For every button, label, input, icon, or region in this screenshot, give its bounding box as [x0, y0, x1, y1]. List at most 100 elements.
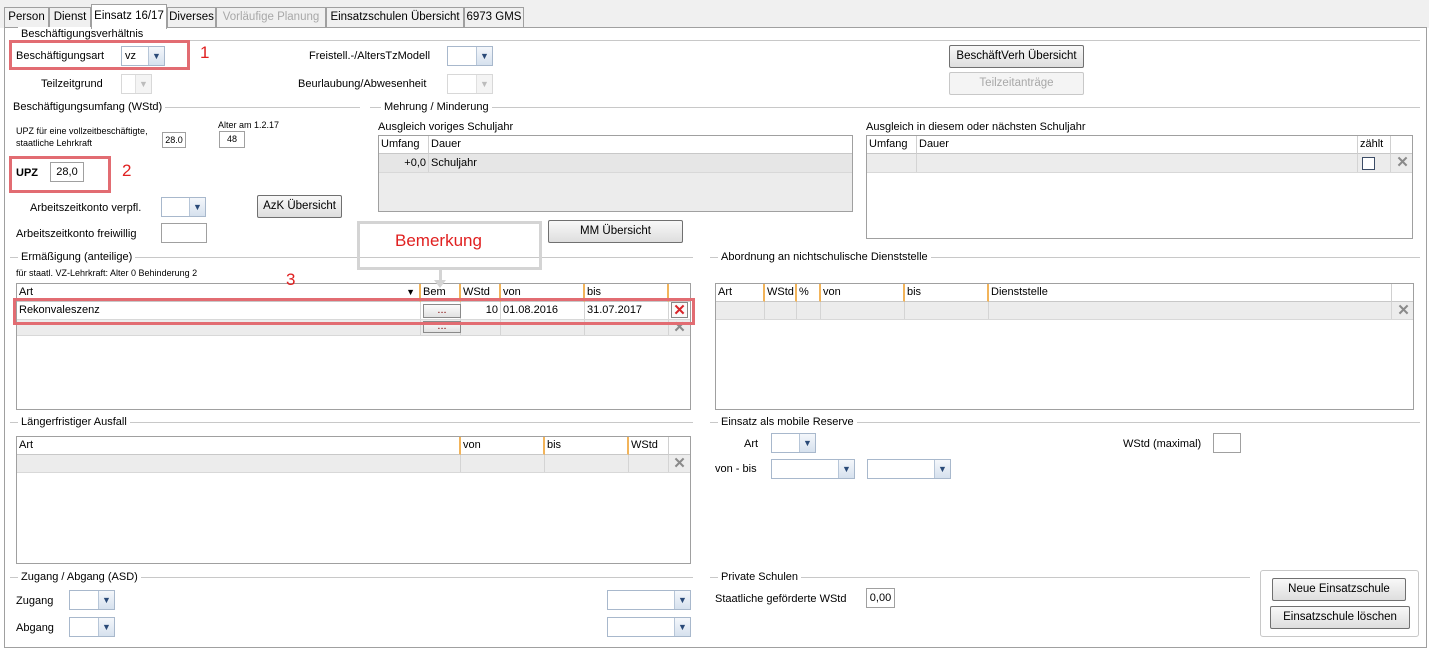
delete-icon[interactable]: ✕: [671, 456, 688, 472]
chevron-down-icon: ▼: [476, 47, 492, 65]
col-header-label: Art: [19, 286, 34, 298]
col-header: Dauer: [429, 136, 852, 154]
chevron-down-icon: ▼: [674, 591, 690, 609]
von-cell: [461, 455, 545, 472]
reserve-von-select[interactable]: ▼: [771, 459, 855, 479]
reserve-vonbis-label: von - bis: [715, 463, 757, 475]
table-row[interactable]: ✕: [17, 455, 690, 473]
ermaessigung-note: für staatl. VZ-Lehrkraft: Alter 0 Behind…: [16, 268, 198, 278]
wstd-cell: [629, 455, 669, 472]
reserve-bis-select[interactable]: ▼: [867, 459, 951, 479]
beurlaubung-label: Beurlaubung/Abwesenheit: [298, 78, 427, 90]
zugang-legend: Zugang / Abgang (ASD): [18, 570, 141, 584]
privat-legend: Private Schulen: [718, 570, 802, 584]
ermaessigung-legend: Ermäßigung (anteilige): [18, 250, 136, 264]
ausfall-table: Art von bis WStd ✕: [16, 436, 691, 564]
umfang-legend: Beschäftigungsumfang (WStd): [10, 100, 166, 114]
chevron-down-icon: ▼: [674, 618, 690, 636]
dienststelle-cell: [989, 302, 1392, 319]
reserve-art-select[interactable]: ▼: [771, 433, 816, 453]
umfang-cell: [867, 154, 917, 172]
teilzeitantraege-button: Teilzeitanträge: [949, 72, 1084, 95]
abgang-date-select[interactable]: ▼: [607, 617, 691, 637]
azk-verpfl-select[interactable]: ▼: [161, 197, 206, 217]
von-cell: [821, 302, 905, 319]
abordnung-table: Art WStd % von bis Dienststelle ✕: [715, 283, 1414, 410]
tab-diverses[interactable]: Diverses: [167, 7, 216, 28]
gefoerdert-input[interactable]: 0,00: [866, 588, 895, 608]
abgang-label: Abgang: [16, 622, 54, 634]
upz-note-value: 28.0: [162, 132, 186, 148]
abordnung-legend: Abordnung an nichtschulische Dienststell…: [718, 250, 931, 264]
col-header: %: [797, 284, 821, 302]
azk-freiwillig-input[interactable]: [161, 223, 207, 243]
alter-label: Alter am 1.2.17: [218, 120, 280, 130]
col-header: zählt: [1358, 136, 1391, 154]
gefoerdert-label: Staatliche geförderte WStd: [715, 593, 847, 605]
tab-einsatzschulen-uebersicht[interactable]: Einsatzschulen Übersicht: [326, 7, 464, 28]
chevron-down-icon: ▼: [98, 618, 114, 636]
chevron-down-icon: ▼: [934, 460, 950, 478]
col-header: [1392, 284, 1413, 302]
col-header: [1391, 136, 1412, 154]
table-row[interactable]: +0,0 Schuljahr: [379, 154, 852, 173]
freistell-select[interactable]: ▼: [447, 46, 493, 66]
art-cell: [17, 455, 461, 472]
col-header: [669, 437, 690, 455]
naechstes-title: Ausgleich in diesem oder nächsten Schulj…: [866, 121, 1086, 133]
table-row[interactable]: ✕: [716, 302, 1413, 320]
azk-uebersicht-button[interactable]: AzK Übersicht: [257, 195, 342, 218]
wstd-cell: [765, 302, 797, 319]
bis-cell: [545, 455, 629, 472]
tab-gms[interactable]: 6973 GMS: [464, 7, 524, 28]
col-header: WStd: [629, 437, 669, 455]
alter-value: 48: [219, 131, 245, 148]
tab-person[interactable]: Person: [4, 7, 49, 28]
neue-einsatzschule-button[interactable]: Neue Einsatzschule: [1272, 578, 1406, 601]
section-divider: [10, 40, 1420, 41]
chevron-down-icon: ▼: [189, 198, 205, 216]
annotation-box-1: [9, 40, 190, 70]
col-header: bis: [545, 437, 629, 455]
zugang-date-select[interactable]: ▼: [607, 590, 691, 610]
col-header: von: [461, 437, 545, 455]
reserve-wstd-label: WStd (maximal): [1123, 438, 1202, 450]
reserve-wstd-input[interactable]: [1213, 433, 1241, 453]
tab-bar: Person Dienst Einsatz 16/17 Diverses Vor…: [0, 0, 1429, 29]
table-row[interactable]: ✕: [867, 154, 1412, 173]
teilzeitgrund-label: Teilzeitgrund: [41, 78, 103, 90]
reserve-art-label: Art: [744, 438, 759, 450]
teilzeitgrund-select: ▼: [121, 74, 152, 94]
tab-dienst[interactable]: Dienst: [49, 7, 91, 28]
delete-icon[interactable]: ✕: [1395, 303, 1412, 319]
col-header: WStd: [765, 284, 797, 302]
zaehlt-checkbox[interactable]: [1362, 157, 1375, 170]
chevron-down-icon: ▼: [135, 75, 151, 93]
annotation-box-2: [9, 156, 111, 193]
prozent-cell: [797, 302, 821, 319]
tab-vorlaeufige-planung: Vorläufige Planung: [216, 7, 326, 28]
vorjahr-title: Ausgleich voriges Schuljahr: [378, 121, 514, 133]
annotation-number-2: 2: [122, 161, 132, 180]
dauer-cell: Schuljahr: [429, 154, 852, 172]
beschaeftverh-uebersicht-button[interactable]: BeschäftVerh Übersicht: [949, 45, 1084, 68]
bemerkung-callout-label: Bemerkung: [395, 231, 482, 250]
ausfall-legend: Längerfristiger Ausfall: [18, 415, 130, 429]
einsatzschule-loeschen-button[interactable]: Einsatzschule löschen: [1270, 606, 1410, 629]
arrow-down-icon: [434, 280, 446, 288]
tab-einsatz[interactable]: Einsatz 16/17: [91, 4, 167, 29]
freistell-label: Freistell.-/AltersTzModell: [309, 50, 431, 62]
annotation-number-3: 3: [286, 270, 296, 289]
col-header: Art: [716, 284, 765, 302]
reserve-legend: Einsatz als mobile Reserve: [718, 415, 857, 429]
section-divider: [370, 107, 1420, 108]
dauer-cell: [917, 154, 1358, 172]
annotation-number-1: 1: [200, 43, 210, 62]
chevron-down-icon: ▼: [799, 434, 815, 452]
bis-cell: [905, 302, 989, 319]
col-header: Dauer: [917, 136, 1358, 154]
abgang-select[interactable]: ▼: [69, 617, 115, 637]
zugang-select[interactable]: ▼: [69, 590, 115, 610]
mm-uebersicht-button[interactable]: MM Übersicht: [548, 220, 683, 243]
delete-icon[interactable]: ✕: [1394, 155, 1411, 171]
